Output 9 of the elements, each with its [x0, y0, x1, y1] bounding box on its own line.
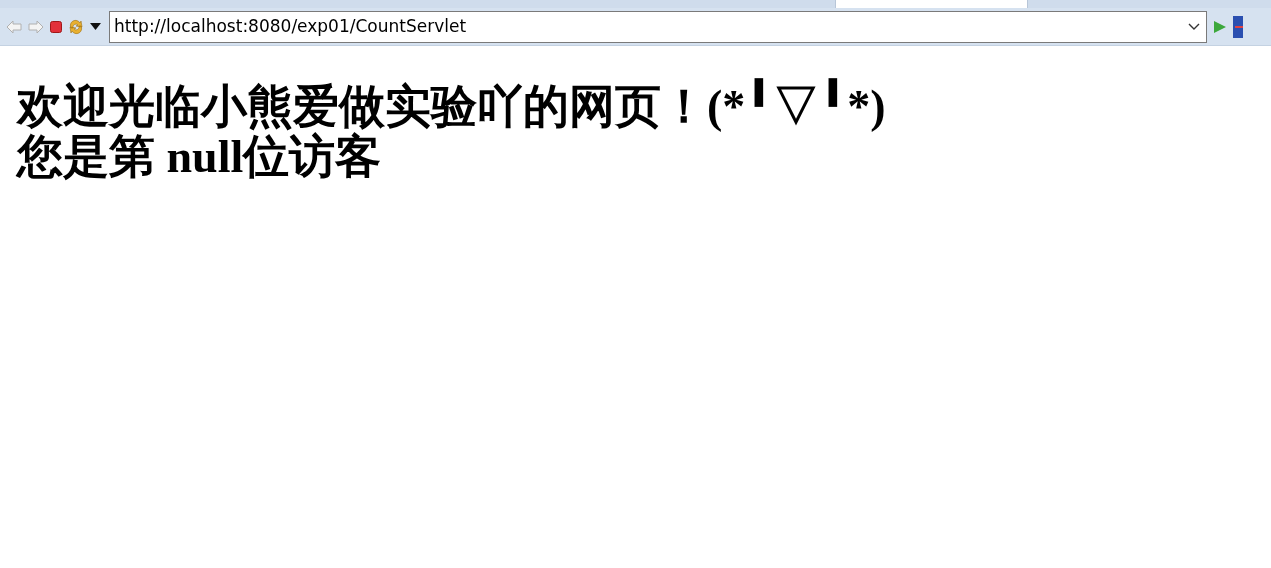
dropdown-icon[interactable] — [90, 23, 101, 30]
address-field[interactable]: http://localhost:8080/exp01/CountServlet — [109, 10, 1207, 43]
refresh-icon[interactable] — [68, 18, 84, 35]
stop-icon[interactable] — [50, 20, 62, 33]
chevron-down-icon[interactable] — [1188, 22, 1200, 31]
back-icon[interactable] — [6, 19, 22, 34]
heading-text: 您是第 null位访客 — [17, 132, 382, 182]
forward-icon[interactable] — [28, 19, 44, 34]
go-icon[interactable] — [1213, 19, 1227, 34]
